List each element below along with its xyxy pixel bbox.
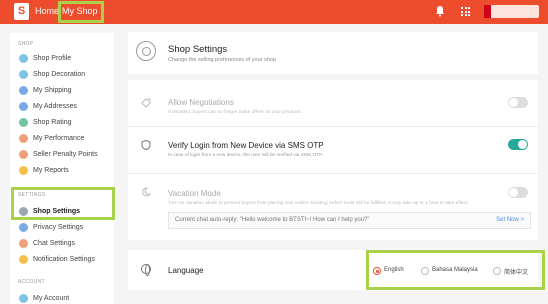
sidebar-item-label: Shop Decoration bbox=[33, 70, 86, 78]
sidebar-item-icon bbox=[19, 293, 28, 303]
allow-negotiations-title: Allow Negotiations bbox=[168, 98, 234, 107]
highlight-box-my-shop bbox=[58, 1, 104, 23]
globe-icon bbox=[141, 264, 151, 276]
sidebar-item-my-addresses[interactable]: My Addresses bbox=[19, 100, 77, 112]
sidebar-item-icon bbox=[19, 222, 28, 232]
sidebar-item-label: My Shipping bbox=[33, 86, 72, 94]
settings-gear-icon bbox=[136, 41, 156, 61]
sms-otp-title: Verify Login from New Device via SMS OTP bbox=[168, 141, 324, 150]
vacation-mode-toggle[interactable] bbox=[508, 187, 528, 198]
auto-reply-text: Current chat auto-reply: "Hello welcome … bbox=[175, 217, 370, 223]
sidebar-item-my-performance[interactable]: My Performance bbox=[19, 132, 84, 144]
sidebar-item-my-shipping[interactable]: My Shipping bbox=[19, 84, 72, 96]
shield-icon bbox=[141, 140, 151, 150]
sidebar-item-icon bbox=[19, 69, 28, 79]
home-link[interactable]: Home bbox=[35, 6, 59, 16]
sidebar-item-icon bbox=[19, 53, 28, 63]
sidebar-item-label: Shop Rating bbox=[33, 118, 72, 126]
sidebar-item-seller-penalty-points[interactable]: Seller Penalty Points bbox=[19, 148, 98, 160]
sidebar-item-icon bbox=[19, 117, 28, 127]
sidebar-item-icon bbox=[19, 238, 28, 248]
sidebar-item-icon bbox=[19, 149, 28, 159]
highlight-box-shop-settings bbox=[11, 187, 115, 220]
sidebar-item-icon bbox=[19, 254, 28, 264]
page-title: Shop Settings bbox=[168, 44, 228, 55]
sidebar-item-shop-profile[interactable]: Shop Profile bbox=[19, 52, 71, 64]
chat-auto-reply-box: Current chat auto-reply: "Hello welcome … bbox=[168, 212, 531, 229]
sidebar-heading-account: ACCOUNT bbox=[18, 279, 45, 285]
divider bbox=[128, 126, 538, 127]
bell-icon[interactable] bbox=[435, 5, 445, 17]
shopee-logo-icon[interactable]: S bbox=[14, 3, 29, 20]
sms-otp-desc: In case of login from a new device, the … bbox=[168, 153, 324, 158]
sidebar-item-label: My Account bbox=[33, 294, 70, 302]
sidebar-item-icon bbox=[19, 85, 28, 95]
sidebar-item-label: Shop Profile bbox=[33, 54, 72, 62]
sidebar-item-shop-rating[interactable]: Shop Rating bbox=[19, 116, 72, 128]
sms-otp-toggle[interactable] bbox=[508, 139, 528, 150]
tag-icon bbox=[141, 98, 151, 108]
allow-negotiations-toggle[interactable] bbox=[508, 97, 528, 108]
highlight-box-language bbox=[366, 250, 545, 290]
vacation-mode-title: Vacation Mode bbox=[168, 189, 221, 198]
sidebar-item-chat-settings[interactable]: Chat Settings bbox=[19, 237, 75, 249]
sidebar-item-label: Seller Penalty Points bbox=[33, 150, 98, 158]
vacation-mode-desc: Turn on Vacation Mode to prevent buyers … bbox=[168, 201, 469, 206]
sidebar: SHOP Shop Profile Shop Decoration My Shipp… bbox=[10, 33, 114, 304]
sidebar-item-label: My Reports bbox=[33, 166, 69, 174]
page-subtitle: Change the selling preferences of your s… bbox=[168, 57, 276, 63]
sidebar-item-label: Chat Settings bbox=[33, 239, 76, 247]
sidebar-item-shop-decoration[interactable]: Shop Decoration bbox=[19, 68, 85, 80]
user-account-menu[interactable] bbox=[484, 5, 539, 18]
sidebar-item-notification-settings[interactable]: Notification Settings bbox=[19, 253, 95, 265]
apps-grid-icon[interactable] bbox=[461, 7, 470, 16]
sidebar-item-label: My Addresses bbox=[33, 102, 77, 110]
sidebar-item-label: My Performance bbox=[33, 134, 85, 142]
sidebar-item-icon bbox=[19, 133, 28, 143]
sidebar-item-my-account[interactable]: My Account bbox=[19, 292, 69, 304]
sidebar-item-label: Notification Settings bbox=[33, 255, 95, 263]
sidebar-item-my-reports[interactable]: My Reports bbox=[19, 164, 69, 176]
logo-glyph: S bbox=[17, 5, 26, 17]
divider bbox=[128, 173, 538, 174]
sidebar-item-privacy-settings[interactable]: Privacy Settings bbox=[19, 221, 83, 233]
language-label: Language bbox=[168, 266, 204, 275]
moon-icon bbox=[142, 187, 151, 197]
sidebar-heading-shop: SHOP bbox=[18, 41, 34, 47]
sidebar-item-label: Privacy Settings bbox=[33, 223, 84, 231]
sidebar-item-icon bbox=[19, 165, 28, 175]
sidebar-item-icon bbox=[19, 101, 28, 111]
allow-negotiations-desc: If disabled, buyers can no longer make o… bbox=[168, 110, 303, 115]
set-now-link[interactable]: Set Now > bbox=[496, 217, 524, 223]
